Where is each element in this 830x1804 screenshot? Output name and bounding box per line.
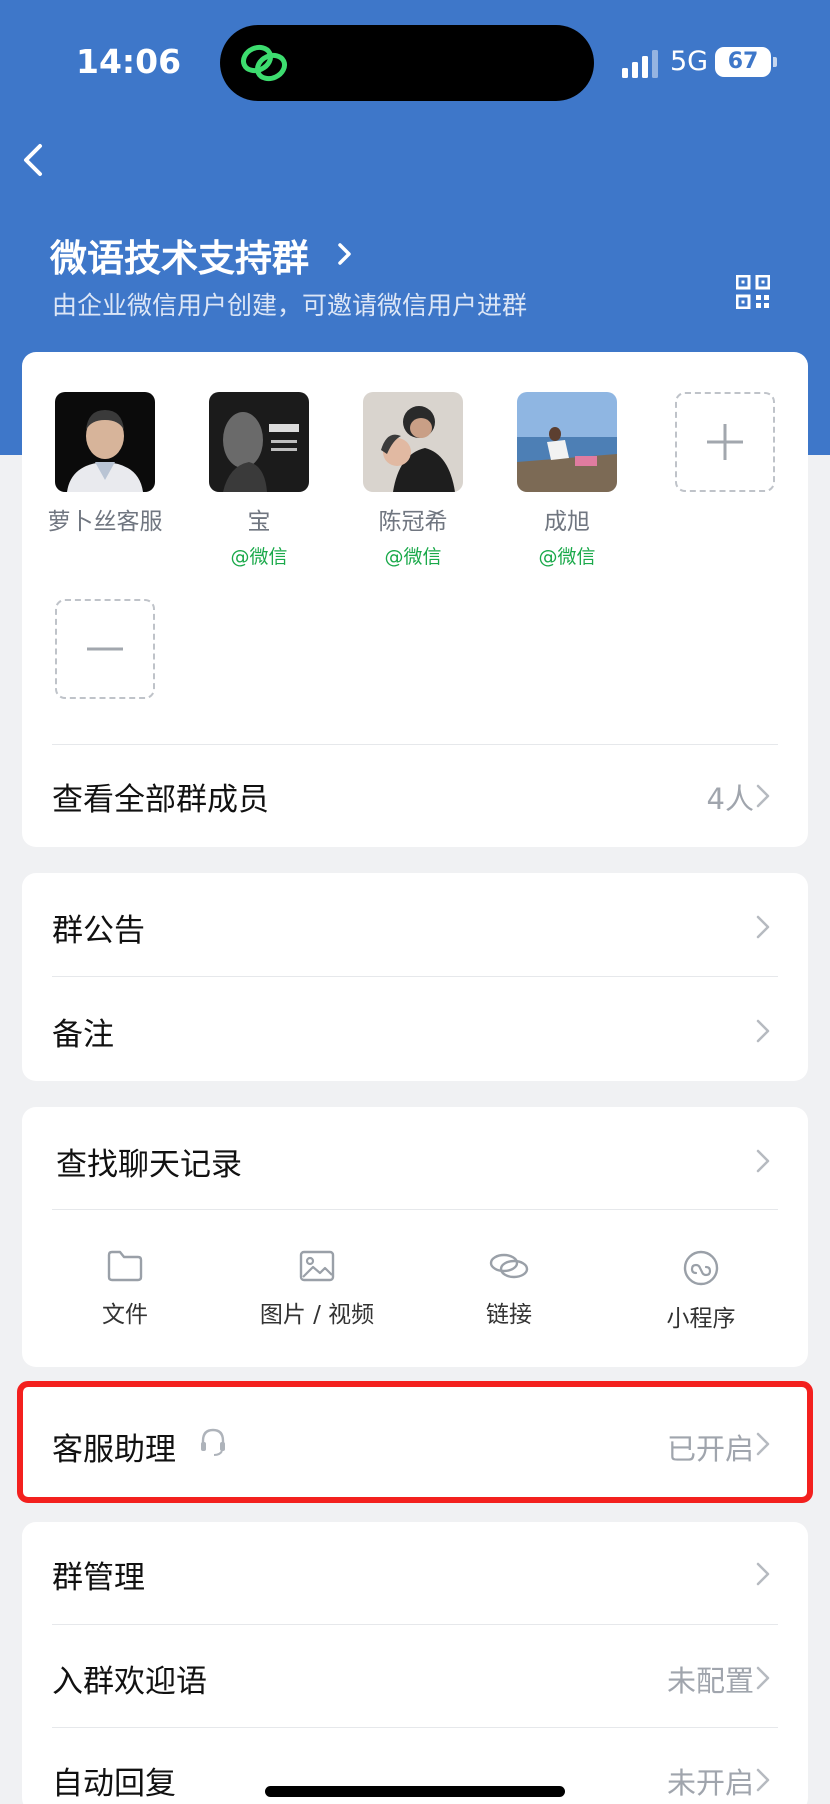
chevron-right-icon[interactable] xyxy=(755,1147,771,1175)
chevron-right-icon[interactable] xyxy=(755,1766,771,1794)
view-all-members-label[interactable]: 查看全部群成员 xyxy=(52,774,269,819)
group-announcement-label[interactable]: 群公告 xyxy=(52,905,145,950)
chevron-right-icon[interactable] xyxy=(755,1560,771,1588)
battery-icon: 67 xyxy=(715,47,771,77)
tool-label: 链接 xyxy=(486,1302,532,1328)
tool-label: 图片 / 视频 xyxy=(259,1302,375,1328)
member-item[interactable]: 成旭 @微信 xyxy=(497,392,637,569)
remark-label[interactable]: 备注 xyxy=(52,1009,114,1054)
chevron-right-icon[interactable] xyxy=(755,782,771,810)
miniprogram-shortcut[interactable]: 小程序 xyxy=(616,1249,786,1333)
welcome-message-status: 未配置 xyxy=(666,1664,754,1698)
divider xyxy=(52,976,778,977)
chevron-right-icon[interactable] xyxy=(755,1664,771,1692)
home-indicator[interactable] xyxy=(265,1786,565,1797)
divider xyxy=(52,744,778,745)
member-name: 萝卜丝客服 xyxy=(47,509,163,535)
add-member-button[interactable] xyxy=(675,392,775,492)
tool-label: 文件 xyxy=(102,1302,148,1328)
image-icon xyxy=(299,1250,335,1282)
auto-reply-status: 未开启 xyxy=(666,1766,754,1800)
cs-assistant-label: 客服助理 xyxy=(52,1432,176,1468)
group-subtitle: 由企业微信用户创建，可邀请微信用户进群 xyxy=(52,291,528,320)
members-card: 萝卜丝客服 宝 @微信 陈冠希 @微信 成旭 @微信 查看全部群成员 4人 xyxy=(22,352,808,847)
link-icon xyxy=(489,1253,529,1279)
files-shortcut[interactable]: 文件 xyxy=(40,1249,210,1329)
title-chevron-icon[interactable] xyxy=(335,240,355,268)
search-chat-history-label[interactable]: 查找聊天记录 xyxy=(56,1139,242,1184)
dynamic-island xyxy=(220,25,594,101)
network-type: 5G xyxy=(670,46,709,77)
member-avatar xyxy=(517,392,617,492)
auto-reply-label[interactable]: 自动回复 xyxy=(52,1758,176,1803)
plus-icon xyxy=(707,424,743,460)
remove-member-button[interactable] xyxy=(55,599,155,699)
chevron-right-icon[interactable] xyxy=(755,1430,771,1458)
app-logo-icon xyxy=(240,44,288,82)
status-time: 14:06 xyxy=(76,42,182,81)
member-name: 宝 xyxy=(247,509,271,535)
group-management-label[interactable]: 群管理 xyxy=(52,1552,145,1597)
back-icon[interactable] xyxy=(14,140,54,180)
member-item[interactable]: 宝 @微信 xyxy=(189,392,329,569)
cs-assistant-row[interactable]: 客服助理 已开启 xyxy=(17,1381,813,1503)
qr-code-icon[interactable] xyxy=(736,275,770,309)
tool-label: 小程序 xyxy=(666,1306,736,1332)
member-avatar xyxy=(209,392,309,492)
signal-icon xyxy=(622,50,658,78)
member-name: 陈冠希 xyxy=(378,509,448,535)
headset-icon xyxy=(201,1428,225,1456)
member-avatar xyxy=(55,392,155,492)
member-count: 4人 xyxy=(706,782,754,816)
management-card: 群管理 入群欢迎语 未配置 自动回复 未开启 xyxy=(22,1522,808,1804)
info-card: 群公告 备注 xyxy=(22,873,808,1081)
chevron-right-icon[interactable] xyxy=(755,1017,771,1045)
miniprogram-icon xyxy=(683,1250,719,1286)
wechat-tag: @微信 xyxy=(384,546,442,568)
minus-icon xyxy=(87,647,123,651)
divider xyxy=(52,1727,778,1728)
member-avatar xyxy=(363,392,463,492)
battery-tip xyxy=(773,57,777,67)
wechat-tag: @微信 xyxy=(230,546,288,568)
member-item[interactable]: 萝卜丝客服 xyxy=(35,392,175,536)
chevron-right-icon[interactable] xyxy=(755,913,771,941)
member-name: 成旭 xyxy=(544,509,590,535)
cs-assistant-status: 已开启 xyxy=(666,1432,754,1466)
status-bar: 14:06 5G 67 xyxy=(0,0,830,115)
search-card: 查找聊天记录 文件 图片 / 视频 链接 小程序 xyxy=(22,1107,808,1367)
media-shortcut[interactable]: 图片 / 视频 xyxy=(232,1249,402,1329)
welcome-message-label[interactable]: 入群欢迎语 xyxy=(52,1656,207,1701)
member-item[interactable]: 陈冠希 @微信 xyxy=(343,392,483,569)
divider xyxy=(52,1209,778,1210)
divider xyxy=(52,1624,778,1625)
wechat-tag: @微信 xyxy=(538,546,596,568)
links-shortcut[interactable]: 链接 xyxy=(424,1249,594,1329)
group-title[interactable]: 微语技术支持群 xyxy=(50,228,309,282)
folder-icon xyxy=(107,1250,143,1282)
